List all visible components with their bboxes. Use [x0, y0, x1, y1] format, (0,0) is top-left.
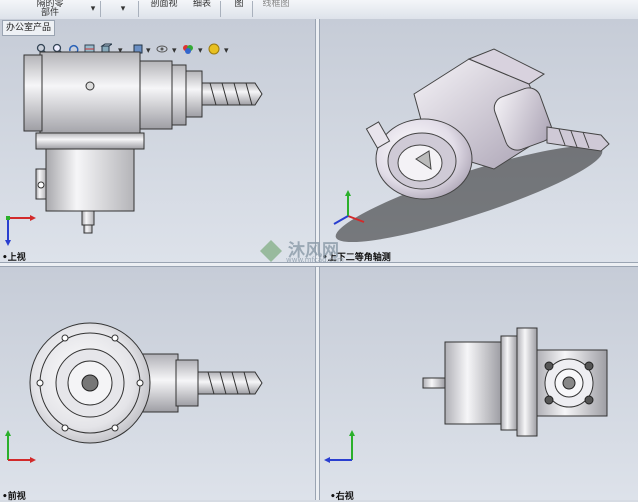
- watermark: 沐风网 www.mfcad.com: [258, 236, 388, 266]
- toolbar-label: 线框图: [262, 0, 290, 9]
- chevron-down-icon[interactable]: ▾: [118, 5, 128, 14]
- toolbar-separator: [100, 1, 101, 17]
- coordinate-triad: [333, 190, 365, 225]
- toolbar-separator: [138, 1, 139, 17]
- front-view-model: [29, 322, 263, 444]
- toolbar-separator: [252, 1, 253, 17]
- watermark-url: www.mfcad.com: [286, 256, 344, 264]
- coordinate-triad: [5, 430, 36, 463]
- toolbar-bom-button[interactable]: 细表: [190, 0, 214, 9]
- viewport-label-top: •上视: [2, 253, 26, 263]
- toolbar-separator: [220, 1, 221, 17]
- toolbar-sketch-button[interactable]: 线框图: [258, 0, 294, 9]
- toolbar-hide-components-button[interactable]: 隔的零 部件: [30, 0, 70, 18]
- viewport-label-right: •右视: [330, 492, 354, 502]
- coordinate-triad: [324, 430, 355, 463]
- watermark-logo-icon: [260, 240, 282, 262]
- right-view-model: [422, 327, 608, 437]
- toolbar-label: 剖面视: [150, 0, 178, 9]
- chevron-down-icon[interactable]: ▾: [88, 5, 98, 14]
- toolbar-label: 图: [234, 0, 244, 9]
- toolbar: 隔的零 部件 ▾ ▾ 剖面视 细表 图 线框图: [0, 0, 638, 20]
- toolbar-drawing-button[interactable]: 图: [232, 0, 246, 9]
- toolbar-label: 隔的零 部件: [36, 0, 64, 18]
- coordinate-triad: [5, 215, 36, 246]
- top-view-model: [23, 51, 263, 234]
- toolbar-label: 细表: [192, 0, 211, 9]
- toolbar-section-view-button[interactable]: 剖面视: [146, 0, 182, 9]
- viewport-label-front: •前视: [2, 492, 26, 502]
